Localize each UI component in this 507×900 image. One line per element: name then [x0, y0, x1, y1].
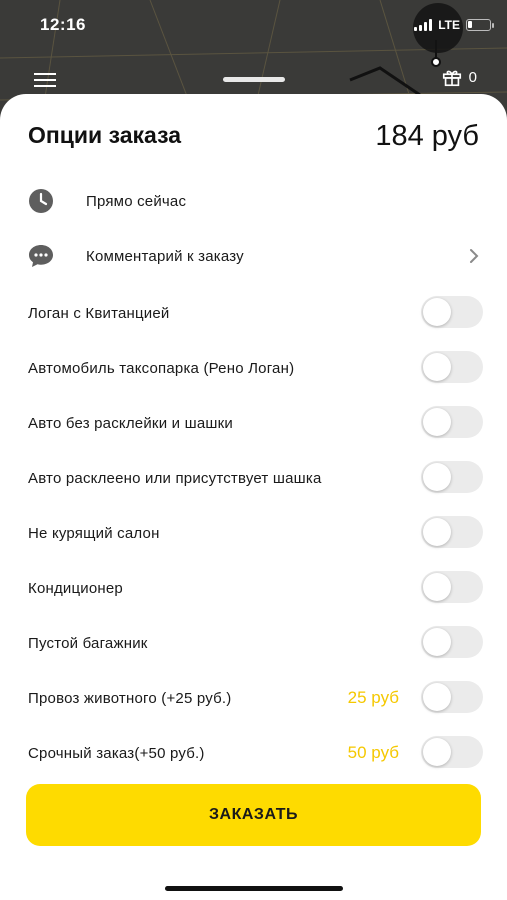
- option-price: 50 руб: [347, 743, 399, 762]
- option-toggle[interactable]: [421, 681, 483, 713]
- gift-icon: [442, 70, 461, 87]
- comment-row[interactable]: Комментарий к заказу: [28, 236, 483, 276]
- option-price: 25 руб: [347, 688, 399, 707]
- option-label: Срочный заказ(+50 руб.): [28, 745, 205, 762]
- status-time: 12:16: [40, 15, 86, 34]
- option-row[interactable]: Авто без расклейки и шашки: [28, 406, 483, 442]
- option-label: Авто расклеено или присутствует шашка: [28, 470, 322, 487]
- gift-button[interactable]: 0: [441, 66, 477, 88]
- order-options-sheet: Опции заказа 184 руб Прямо сейчас Коммен…: [0, 77, 507, 900]
- comment-row-label: Комментарий к заказу: [86, 247, 244, 265]
- option-toggle[interactable]: [421, 571, 483, 603]
- option-toggle[interactable]: [421, 516, 483, 548]
- status-bar: 12:16 LTE: [0, 0, 507, 53]
- option-toggle[interactable]: [421, 736, 483, 768]
- time-row-label: Прямо сейчас: [86, 192, 187, 210]
- option-row[interactable]: Провоз животного (+25 руб.) 25 руб: [28, 681, 483, 717]
- sheet-grabber[interactable]: [223, 77, 285, 82]
- signal-icon: [414, 19, 433, 31]
- option-toggle[interactable]: [421, 626, 483, 658]
- option-label: Пустой багажник: [28, 635, 148, 652]
- option-toggle[interactable]: [421, 461, 483, 493]
- option-label: Не курящий салон: [28, 525, 160, 542]
- option-row[interactable]: Авто расклеено или присутствует шашка: [28, 461, 483, 497]
- option-label: Автомобиль таксопарка (Рено Логан): [28, 360, 295, 377]
- option-toggle[interactable]: [421, 406, 483, 438]
- option-row[interactable]: Срочный заказ(+50 руб.) 50 руб: [28, 736, 483, 772]
- sheet-title: Опции заказа: [28, 122, 182, 148]
- time-row[interactable]: Прямо сейчас: [28, 181, 483, 221]
- comment-icon: [29, 245, 53, 267]
- option-toggle[interactable]: [421, 296, 483, 328]
- menu-icon[interactable]: [34, 73, 56, 87]
- option-row[interactable]: Пустой багажник: [28, 626, 483, 662]
- status-indicators: LTE: [414, 14, 494, 36]
- option-row[interactable]: Не курящий салон: [28, 516, 483, 552]
- total-price: 184 руб: [375, 120, 479, 152]
- option-row[interactable]: Логан с Квитанцией: [28, 296, 483, 332]
- order-button[interactable]: ЗАКАЗАТЬ: [26, 784, 481, 846]
- option-label: Кондиционер: [28, 580, 123, 597]
- option-row[interactable]: Автомобиль таксопарка (Рено Логан): [28, 351, 483, 387]
- clock-icon: [29, 189, 53, 213]
- option-label: Логан с Квитанцией: [28, 305, 170, 322]
- option-toggle[interactable]: [421, 351, 483, 383]
- gift-count: 0: [468, 68, 477, 86]
- option-row[interactable]: Кондиционер: [28, 571, 483, 607]
- battery-icon: [466, 19, 494, 31]
- chevron-right-icon: [470, 249, 479, 263]
- network-label: LTE: [438, 18, 460, 32]
- option-label: Авто без расклейки и шашки: [28, 415, 233, 432]
- home-indicator[interactable]: [165, 886, 343, 891]
- option-label: Провоз животного (+25 руб.): [28, 690, 232, 707]
